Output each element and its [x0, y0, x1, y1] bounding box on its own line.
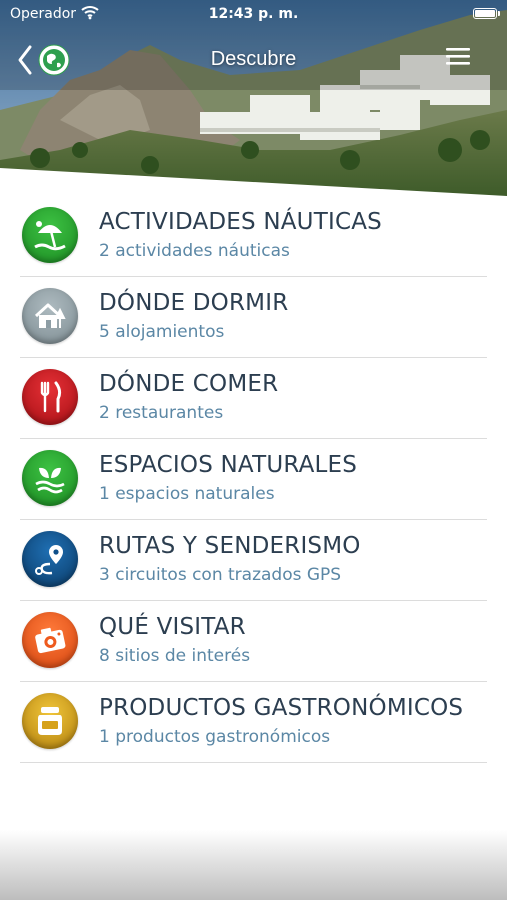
hamburger-menu-button[interactable] — [445, 46, 471, 68]
status-time: 12:43 p. m. — [208, 6, 299, 22]
fork-knife-icon — [22, 369, 78, 425]
category-subtitle: 2 actividades náuticas — [99, 241, 290, 261]
category-title: ACTIVIDADES NÁUTICAS — [99, 209, 382, 235]
camera-icon — [22, 612, 78, 668]
category-title: QUÉ VISITAR — [99, 614, 246, 640]
hamburger-icon — [446, 48, 470, 65]
category-subtitle: 2 restaurantes — [99, 403, 224, 423]
category-title: ESPACIOS NATURALES — [99, 452, 358, 478]
page-title: Descubre — [210, 48, 297, 70]
category-list: ACTIVIDADES NÁUTICAS 2 actividades náuti… — [20, 196, 487, 763]
leaf-icon — [22, 450, 78, 506]
category-item-donde-dormir[interactable]: DÓNDE DORMIR 5 alojamientos — [20, 277, 487, 358]
category-item-que-visitar[interactable]: QUÉ VISITAR 8 sitios de interés — [20, 601, 487, 682]
status-bar: Operador 12:43 p. m. — [0, 0, 507, 28]
beach-umbrella-icon — [22, 207, 78, 263]
category-subtitle: 1 productos gastronómicos — [99, 727, 331, 747]
category-subtitle: 1 espacios naturales — [99, 484, 275, 504]
category-subtitle: 8 sitios de interés — [99, 646, 251, 666]
category-item-productos-gastronomicos[interactable]: PRODUCTOS GASTRONÓMICOS 1 productos gast… — [20, 682, 487, 763]
route-pin-icon — [22, 531, 78, 587]
category-item-actividades-nauticas[interactable]: ACTIVIDADES NÁUTICAS 2 actividades náuti… — [20, 196, 487, 277]
category-item-donde-comer[interactable]: DÓNDE COMER 2 restaurantes — [20, 358, 487, 439]
battery-icon — [473, 8, 497, 19]
category-item-rutas-senderismo[interactable]: RUTAS Y SENDERISMO 3 circuitos con traza… — [20, 520, 487, 601]
category-title: RUTAS Y SENDERISMO — [99, 533, 361, 559]
nav-bar: Descubre — [0, 38, 507, 82]
battery-cap — [498, 11, 500, 16]
jar-icon — [22, 693, 78, 749]
bottom-shadow — [0, 830, 507, 900]
category-title: DÓNDE DORMIR — [99, 290, 289, 316]
category-item-espacios-naturales[interactable]: ESPACIOS NATURALES 1 espacios naturales — [20, 439, 487, 520]
category-title: DÓNDE COMER — [99, 371, 279, 397]
house-icon — [22, 288, 78, 344]
category-subtitle: 3 circuitos con trazados GPS — [99, 565, 342, 585]
header-landscape-image — [0, 0, 507, 200]
category-title: PRODUCTOS GASTRONÓMICOS — [99, 695, 464, 721]
category-subtitle: 5 alojamientos — [99, 322, 225, 342]
